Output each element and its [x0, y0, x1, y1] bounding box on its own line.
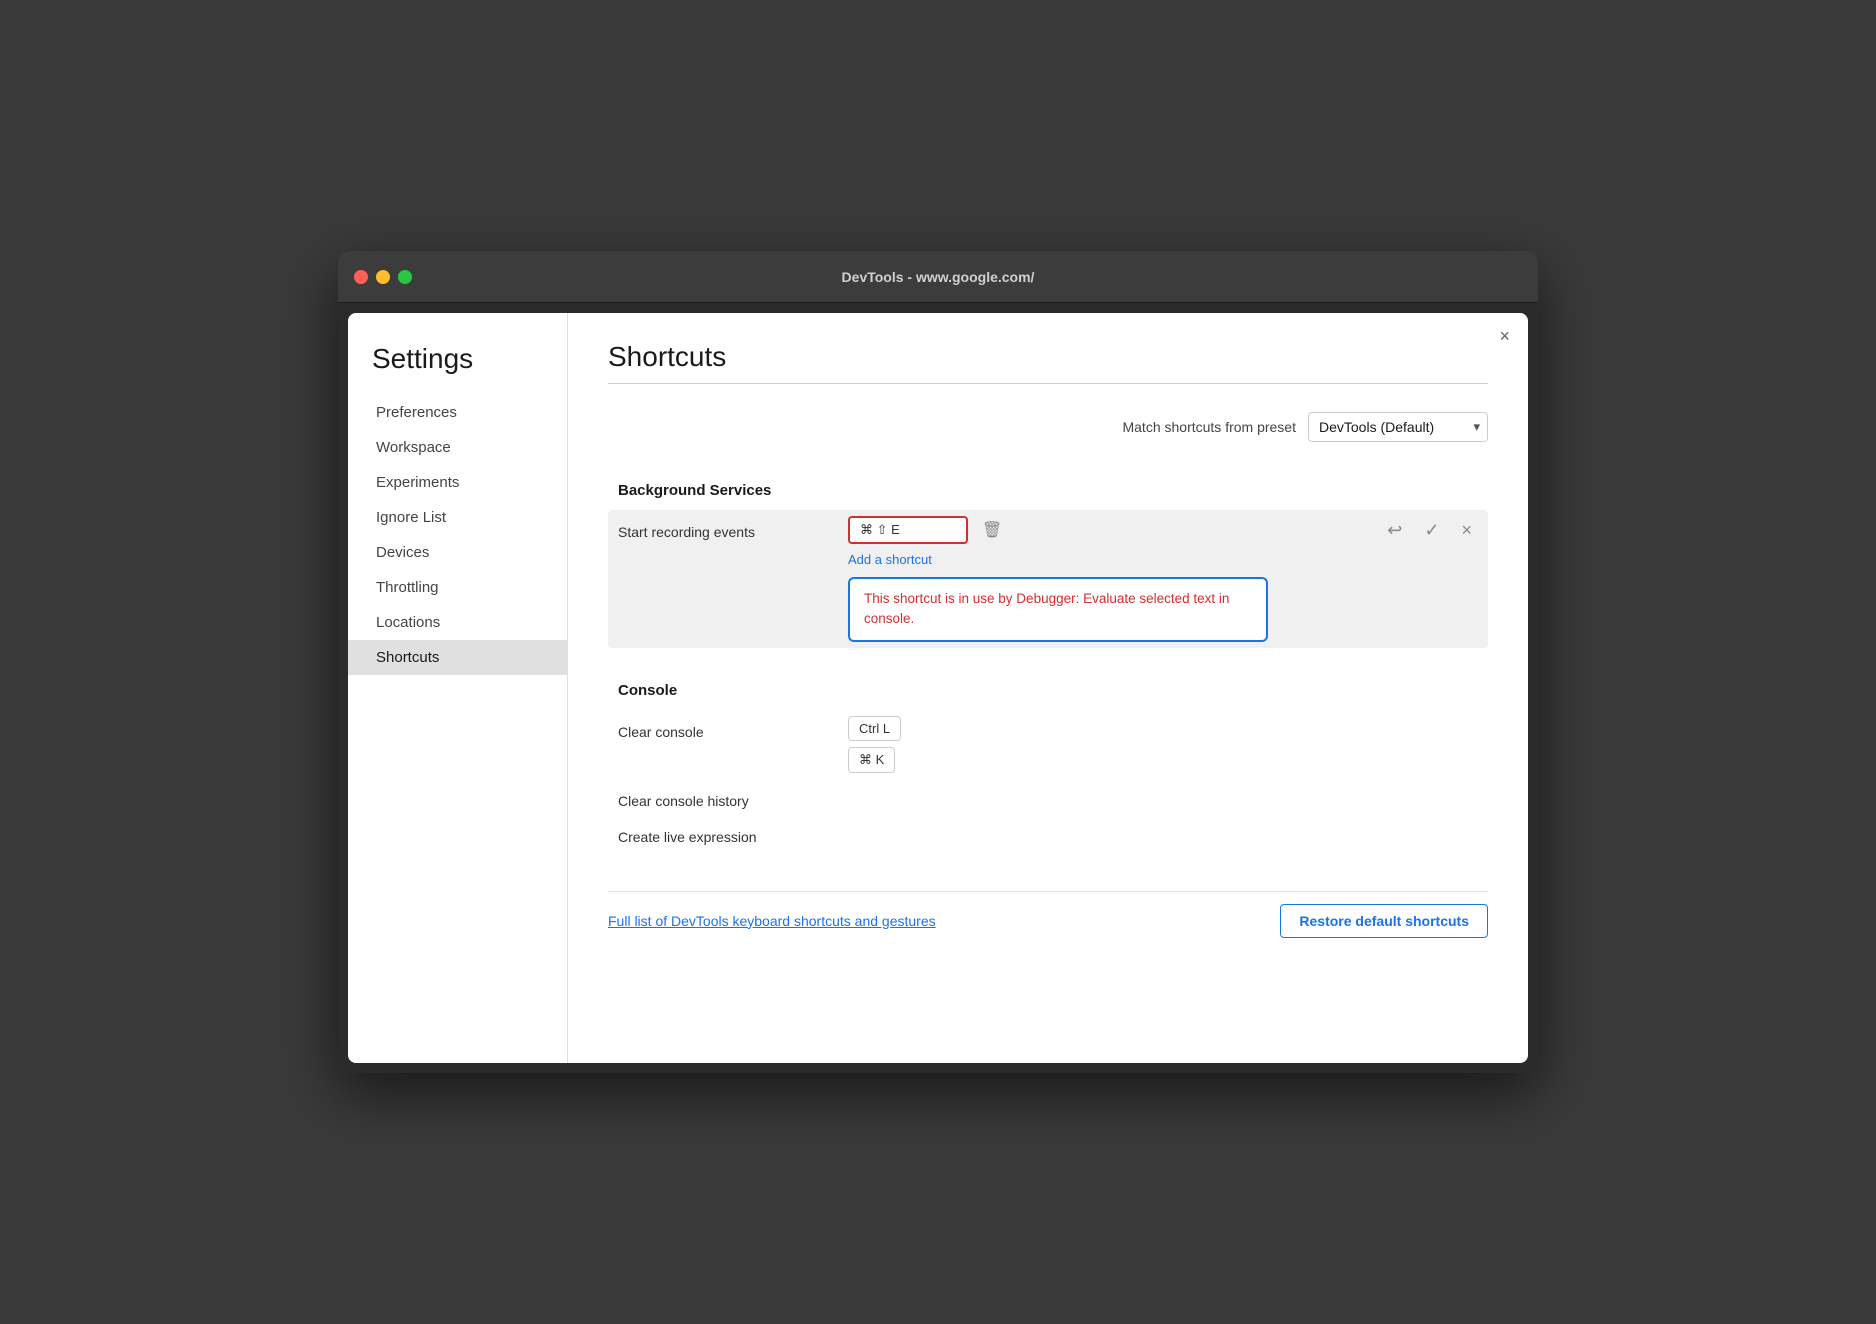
section-header-console: Console	[608, 672, 1488, 710]
shortcut-key-input-active[interactable]: ⌘ ⇧ E	[848, 516, 968, 544]
key-row-cmd-k: ⌘ K	[848, 747, 1478, 773]
action-buttons: ↩ ✓ ×	[1381, 516, 1478, 545]
shortcut-entry-clear-console: Clear console Ctrl L ⌘ K	[608, 710, 1488, 779]
window-content: × Settings Preferences Workspace Experim…	[348, 313, 1528, 1063]
page-title: Shortcuts	[608, 341, 1488, 373]
sidebar-item-shortcuts[interactable]: Shortcuts	[348, 640, 567, 675]
undo-button[interactable]: ↩	[1381, 516, 1408, 545]
keys-column-start-recording: ⌘ ⇧ E 🗑 Add a shortcut This shortcut is …	[848, 516, 1371, 642]
sidebar-heading: Settings	[348, 343, 567, 395]
conflict-tooltip: This shortcut is in use by Debugger: Eva…	[848, 577, 1268, 642]
delete-shortcut-button[interactable]: 🗑	[978, 516, 1006, 544]
key-input-row-active: ⌘ ⇧ E 🗑	[848, 516, 1371, 544]
sidebar-item-devices[interactable]: Devices	[348, 535, 567, 570]
shortcut-name-clear-history: Clear console history	[618, 785, 848, 809]
minimize-traffic-light[interactable]	[376, 270, 390, 284]
restore-defaults-button[interactable]: Restore default shortcuts	[1280, 904, 1488, 938]
preset-row: Match shortcuts from preset DevTools (De…	[608, 412, 1488, 442]
titlebar: DevTools - www.google.com/	[338, 251, 1538, 303]
preset-select-wrapper[interactable]: DevTools (Default) Visual Studio Code	[1308, 412, 1488, 442]
add-shortcut-link[interactable]: Add a shortcut	[848, 552, 1371, 567]
keyboard-shortcuts-link[interactable]: Full list of DevTools keyboard shortcuts…	[608, 913, 936, 929]
section-header-background-services: Background Services	[608, 472, 1488, 510]
trash-icon: 🗑	[982, 522, 1002, 539]
keys-column-clear-console: Ctrl L ⌘ K	[848, 716, 1478, 773]
section-title-background-services: Background Services	[618, 482, 771, 499]
sidebar-item-throttling[interactable]: Throttling	[348, 570, 567, 605]
cancel-edit-button[interactable]: ×	[1455, 516, 1478, 545]
key-row-ctrl-l: Ctrl L	[848, 716, 1478, 741]
shortcut-entry-live-expression: Create live expression	[608, 815, 1488, 851]
preset-select[interactable]: DevTools (Default) Visual Studio Code	[1308, 412, 1488, 442]
section-title-console: Console	[618, 682, 677, 699]
shortcut-name-live-expression: Create live expression	[618, 821, 848, 845]
section-background-services: Background Services Start recording even…	[608, 472, 1488, 648]
shortcut-entry-clear-history: Clear console history	[608, 779, 1488, 815]
confirm-button[interactable]: ✓	[1418, 516, 1445, 545]
conflict-message: This shortcut is in use by Debugger: Eva…	[864, 591, 1229, 626]
key-badge-cmd-k: ⌘ K	[848, 747, 895, 773]
maximize-traffic-light[interactable]	[398, 270, 412, 284]
shortcut-name-start-recording: Start recording events	[618, 516, 848, 540]
preset-label: Match shortcuts from preset	[1122, 419, 1296, 435]
sidebar-item-preferences[interactable]: Preferences	[348, 395, 567, 430]
sidebar-item-experiments[interactable]: Experiments	[348, 465, 567, 500]
title-divider	[608, 383, 1488, 384]
window-title: DevTools - www.google.com/	[842, 269, 1035, 285]
traffic-lights	[354, 270, 412, 284]
main-content: Shortcuts Match shortcuts from preset De…	[568, 313, 1528, 1063]
sidebar-item-workspace[interactable]: Workspace	[348, 430, 567, 465]
sidebar-item-locations[interactable]: Locations	[348, 605, 567, 640]
settings-close-button[interactable]: ×	[1499, 327, 1510, 345]
footer: Full list of DevTools keyboard shortcuts…	[608, 891, 1488, 938]
shortcut-entry-start-recording: Start recording events ⌘ ⇧ E 🗑 Add a sho…	[608, 510, 1488, 648]
sidebar: Settings Preferences Workspace Experimen…	[348, 313, 568, 1063]
section-console: Console Clear console Ctrl L ⌘ K	[608, 672, 1488, 851]
devtools-window: DevTools - www.google.com/ × Settings Pr…	[338, 251, 1538, 1073]
shortcut-name-clear-console: Clear console	[618, 716, 848, 740]
key-badge-ctrl-l: Ctrl L	[848, 716, 901, 741]
sidebar-item-ignore-list[interactable]: Ignore List	[348, 500, 567, 535]
close-traffic-light[interactable]	[354, 270, 368, 284]
